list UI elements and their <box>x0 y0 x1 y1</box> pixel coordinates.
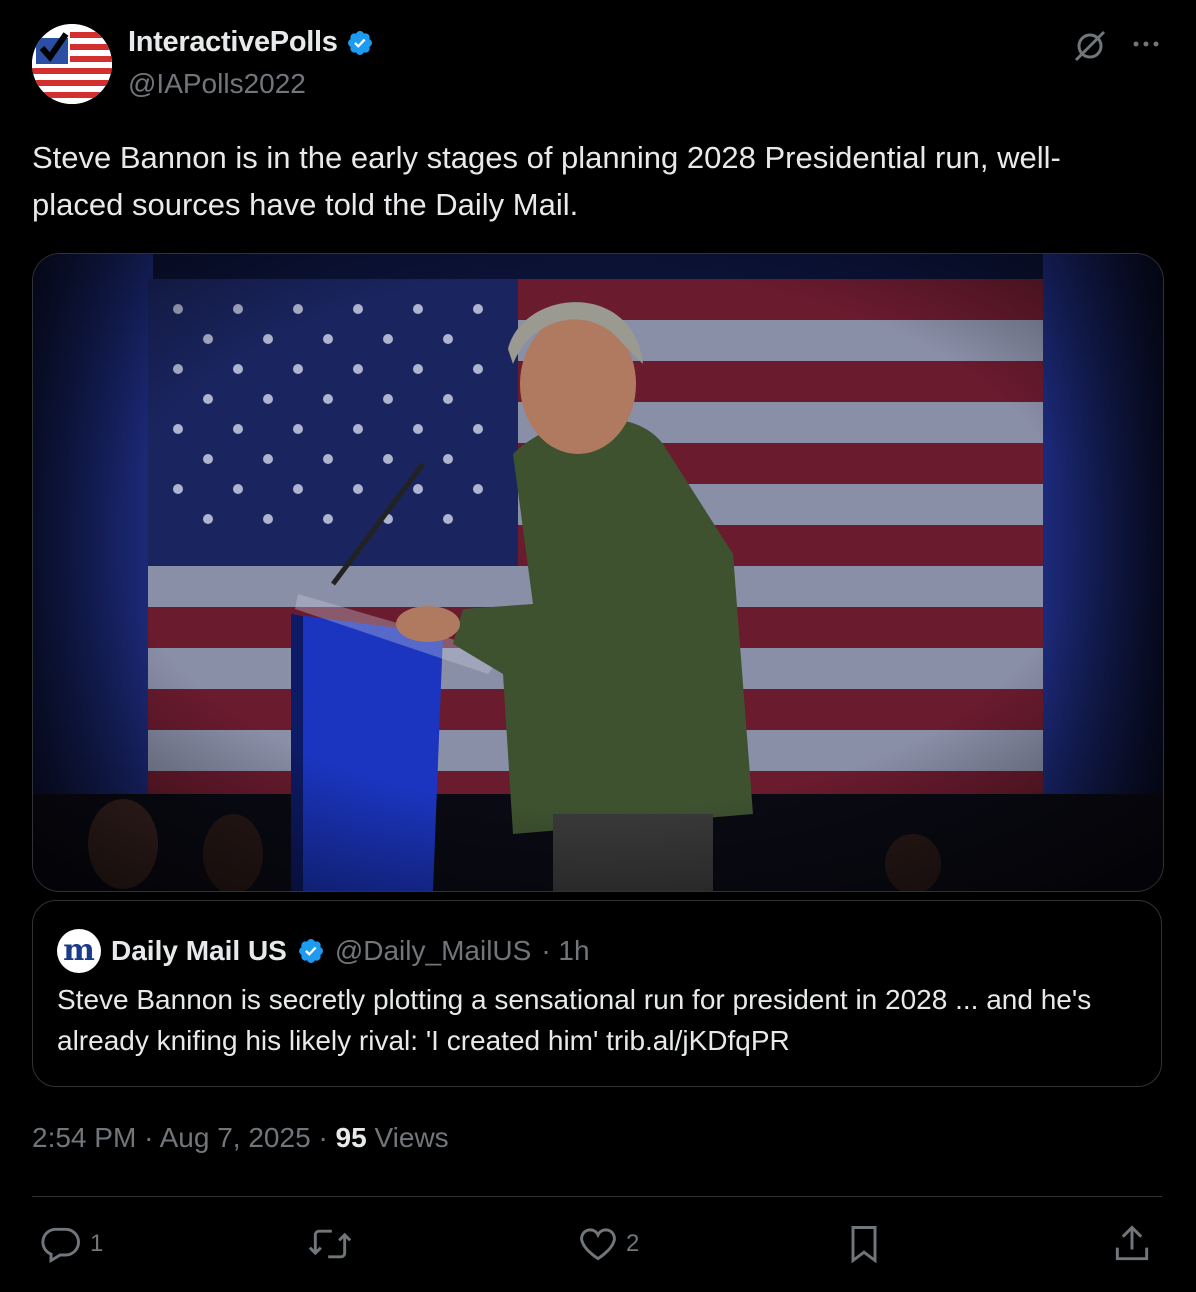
quoted-author-name: Daily Mail US <box>111 935 287 966</box>
tweet-image[interactable] <box>32 253 1164 892</box>
reply-count: 1 <box>90 1230 104 1257</box>
grok-icon[interactable] <box>1070 26 1110 66</box>
like-count: 2 <box>626 1230 640 1257</box>
tweet-date[interactable]: Aug 7, 2025 <box>160 1122 311 1153</box>
bookmark-button[interactable] <box>842 1222 886 1266</box>
share-icon <box>1115 1225 1149 1261</box>
tweet-time[interactable]: 2:54 PM <box>32 1122 136 1153</box>
views-label: Views <box>374 1122 449 1153</box>
more-options-icon[interactable] <box>1126 26 1166 62</box>
bookmark-icon <box>851 1226 877 1264</box>
verified-badge-icon <box>347 30 372 55</box>
repost-button[interactable] <box>306 1222 354 1266</box>
quoted-tweet-time: · 1h <box>541 935 590 966</box>
quoted-author-handle: @Daily_MailUS <box>334 935 532 966</box>
quoted-tweet[interactable]: m Daily Mail US @Daily_MailUS · 1h Steve… <box>32 900 1162 1087</box>
us-flag-check-logo <box>32 24 112 104</box>
divider <box>32 1196 1162 1197</box>
author-handle[interactable]: @IAPolls2022 <box>128 68 306 100</box>
separator-dot: · <box>144 1122 160 1153</box>
author-name[interactable]: InteractivePolls <box>128 26 338 59</box>
heart-icon <box>580 1228 616 1261</box>
daily-mail-logo-letter: m <box>63 933 95 968</box>
verified-badge-icon <box>298 939 323 963</box>
speaker-at-podium-photo <box>33 254 1163 891</box>
like-button[interactable]: 2 <box>576 1222 639 1266</box>
repost-icon <box>308 1229 352 1259</box>
tweet-meta: 2:54 PM · Aug 7, 2025 · 95 Views <box>32 1122 449 1154</box>
quoted-tweet-header: m Daily Mail US @Daily_MailUS · 1h <box>57 929 590 973</box>
views-count: 95 <box>335 1122 367 1153</box>
share-button[interactable] <box>1110 1222 1154 1266</box>
daily-mail-avatar: m <box>57 929 101 973</box>
author-name-row[interactable]: InteractivePolls <box>128 26 374 59</box>
tweet-text: Steve Bannon is in the early stages of p… <box>32 140 1061 222</box>
quoted-tweet-text: Steve Bannon is secretly plotting a sens… <box>57 984 1092 1056</box>
reply-button[interactable]: 1 <box>40 1222 103 1266</box>
author-avatar[interactable] <box>32 24 112 104</box>
reply-icon <box>41 1227 80 1264</box>
separator-dot: · <box>318 1122 336 1153</box>
